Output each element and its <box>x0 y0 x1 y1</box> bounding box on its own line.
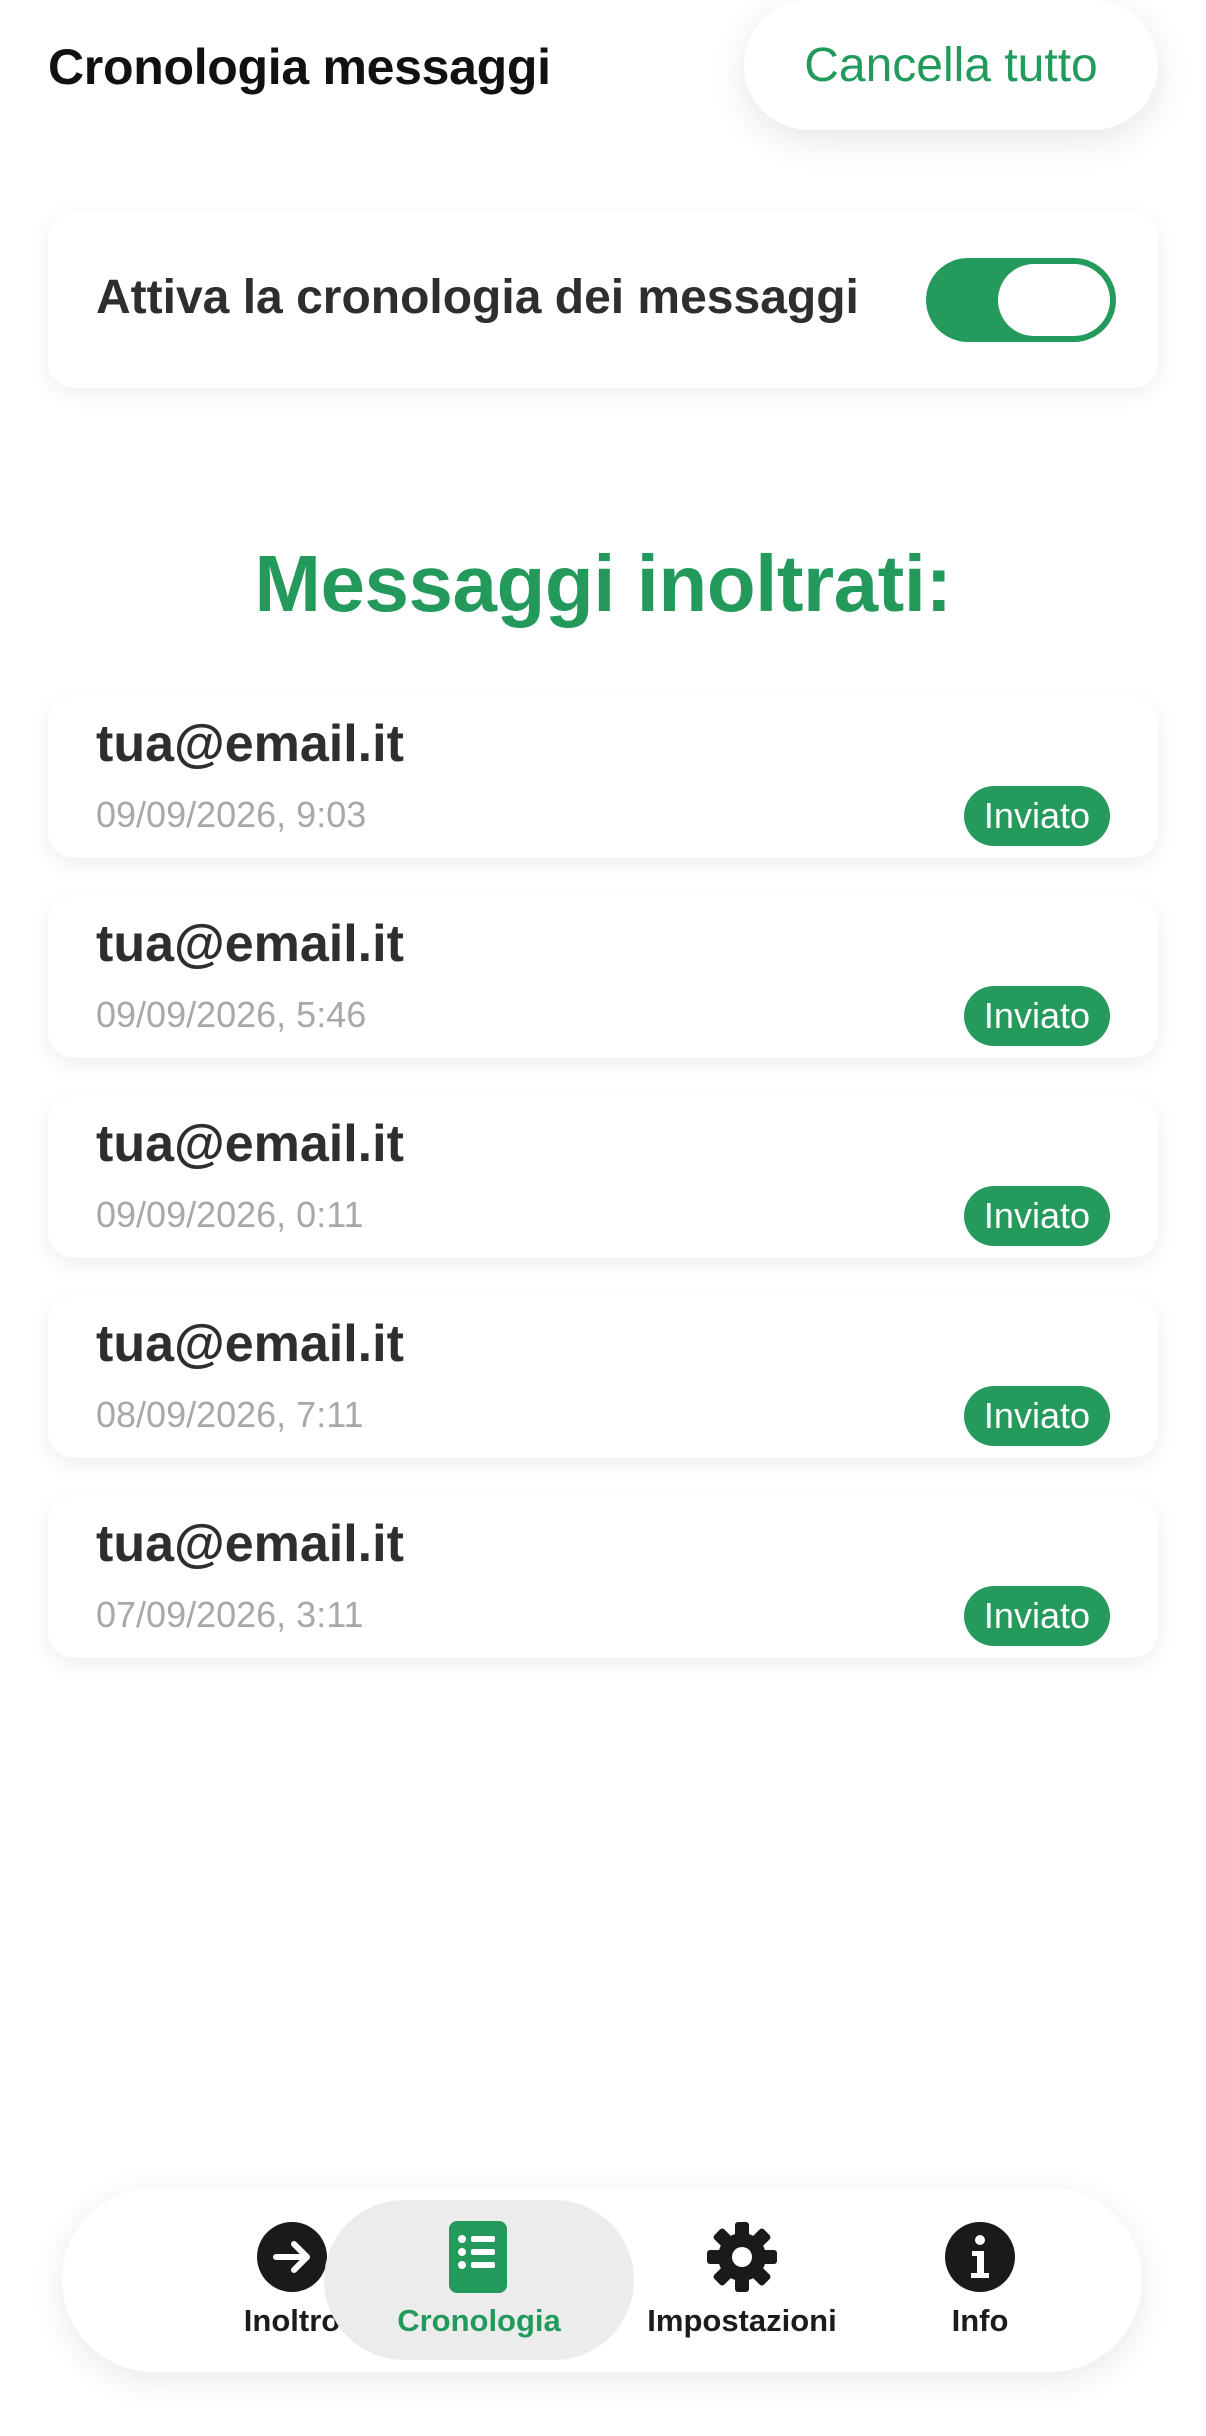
message-email: tua@email.it <box>96 1315 404 1373</box>
tab-info[interactable]: Info <box>880 2188 1080 2372</box>
message-email: tua@email.it <box>96 915 404 973</box>
message-item[interactable]: tua@email.it 08/09/2026, 7:11 Inviato <box>48 1296 1158 1458</box>
message-datetime: 09/09/2026, 0:11 <box>96 1194 364 1235</box>
message-datetime: 07/09/2026, 3:11 <box>96 1594 364 1635</box>
message-item[interactable]: tua@email.it 09/09/2026, 5:46 Inviato <box>48 896 1158 1058</box>
history-toggle-card: Attiva la cronologia dei messaggi <box>48 212 1158 388</box>
bottom-tab-bar: Inoltro Cronologia Impostazioni Info <box>62 2188 1142 2372</box>
tab-impostazioni[interactable]: Impostazioni <box>622 2188 862 2372</box>
message-datetime: 09/09/2026, 9:03 <box>96 794 367 835</box>
arrow-right-circle-icon <box>257 2222 327 2292</box>
message-item[interactable]: tua@email.it 09/09/2026, 0:11 Inviato <box>48 1096 1158 1258</box>
status-badge: Inviato <box>963 1586 1110 1646</box>
status-badge: Inviato <box>963 1186 1110 1246</box>
switch-knob <box>998 264 1110 336</box>
tab-label: Impostazioni <box>647 2303 837 2338</box>
message-email: tua@email.it <box>96 715 404 773</box>
section-title: Messaggi inoltrati: <box>254 539 952 628</box>
message-datetime: 09/09/2026, 5:46 <box>96 994 367 1035</box>
message-item[interactable]: tua@email.it 09/09/2026, 9:03 Inviato <box>48 696 1158 858</box>
gear-icon <box>707 2222 777 2292</box>
status-badge: Inviato <box>963 1386 1110 1446</box>
status-badge: Inviato <box>963 986 1110 1046</box>
message-list: tua@email.it 09/09/2026, 9:03 Inviato tu… <box>48 696 1158 1696</box>
info-icon <box>945 2222 1015 2292</box>
clear-all-button[interactable]: Cancella tutto <box>744 0 1158 130</box>
status-badge: Inviato <box>963 786 1110 846</box>
tab-label: Inoltro <box>243 2303 341 2338</box>
message-email: tua@email.it <box>96 1115 404 1173</box>
tab-cronologia[interactable]: Cronologia <box>324 2200 634 2360</box>
message-datetime: 08/09/2026, 7:11 <box>96 1394 364 1435</box>
history-toggle-switch[interactable] <box>926 258 1116 342</box>
tab-label: Cronologia <box>397 2303 561 2338</box>
tab-label: Info <box>951 2303 1009 2338</box>
message-item[interactable]: tua@email.it 07/09/2026, 3:11 Inviato <box>48 1496 1158 1658</box>
message-email: tua@email.it <box>96 1515 404 1573</box>
list-document-icon <box>449 2221 507 2293</box>
history-screen: Cronologia messaggi Cancella tutto Attiv… <box>0 0 1206 2436</box>
page-title: Cronologia messaggi <box>48 39 551 95</box>
history-toggle-label: Attiva la cronologia dei messaggi <box>96 271 859 324</box>
